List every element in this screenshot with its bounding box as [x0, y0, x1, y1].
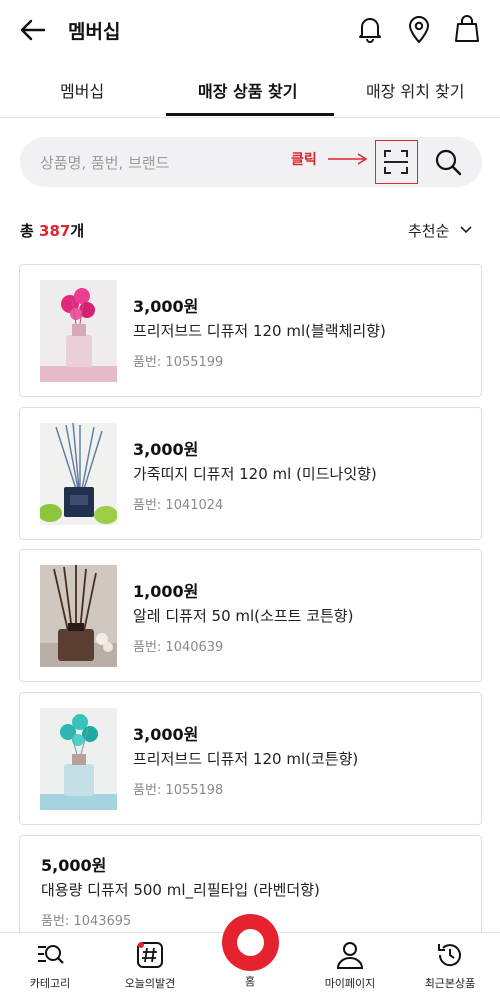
product-name: 프리저브드 디퓨저 120 ml(블랙체리향) — [133, 322, 386, 340]
search-icon[interactable] — [434, 148, 462, 176]
navy-reed-diffuser-image — [40, 423, 117, 525]
pink-flower-diffuser-image — [40, 280, 117, 382]
home-circle-icon[interactable] — [222, 914, 279, 971]
shopping-bag-icon[interactable] — [452, 14, 482, 44]
notification-dot — [138, 942, 144, 948]
product-number: 품번: 1041024 — [133, 498, 224, 513]
search-area: 상품명, 품번, 브랜드 클릭 — [0, 118, 500, 206]
nav-mypage-label: 마이페이지 — [324, 977, 376, 990]
sort-dropdown[interactable]: 추천순 — [408, 220, 449, 241]
click-annotation: 클릭 — [291, 152, 317, 168]
nav-today-discovery-label: 오늘의발견 — [124, 977, 176, 990]
nav-recent-products-label: 최근본상품 — [424, 977, 476, 990]
search-input[interactable]: 상품명, 품번, 브랜드 클릭 — [20, 137, 482, 187]
page-title: 멤버십 — [68, 21, 121, 43]
history-icon — [438, 944, 461, 967]
brown-reed-diffuser-image — [40, 565, 117, 667]
product-name: 알레 디퓨저 50 ml(소프트 코튼향) — [133, 607, 354, 625]
product-name: 대용량 디퓨저 500 ml_리필타입 (라벤더향) — [41, 881, 320, 899]
category-search-icon — [38, 945, 64, 964]
product-number: 품번: 1055198 — [133, 783, 224, 798]
barcode-scan-icon[interactable] — [383, 149, 409, 175]
product-name: 프리저브드 디퓨저 120 ml(코튼향) — [133, 750, 359, 768]
tab-store-product-search[interactable]: 매장 상품 찾기 — [198, 78, 297, 102]
bell-icon[interactable] — [355, 14, 385, 44]
chevron-down-icon[interactable] — [459, 224, 473, 236]
product-price: 1,000원 — [133, 582, 199, 601]
back-arrow-icon[interactable] — [18, 16, 48, 44]
product-price: 3,000원 — [133, 440, 199, 459]
product-price: 3,000원 — [133, 725, 199, 744]
nav-category[interactable]: 카테고리 — [0, 941, 100, 991]
product-card[interactable]: 1,000원 알레 디퓨저 50 ml(소프트 코튼향) 품번: 1040639 — [19, 549, 482, 682]
person-icon — [336, 942, 364, 969]
search-placeholder: 상품명, 품번, 브랜드 — [40, 154, 170, 172]
tab-store-location-search[interactable]: 매장 위치 찾기 — [366, 78, 465, 102]
product-price: 5,000원 — [41, 856, 107, 875]
top-bar: 멤버십 — [0, 0, 500, 60]
product-name: 가죽띠지 디퓨저 120 ml (미드나잇향) — [133, 465, 377, 483]
nav-category-label: 카테고리 — [29, 977, 71, 990]
tab-membership[interactable]: 멤버십 — [60, 78, 104, 102]
nav-mypage[interactable]: 마이페이지 — [300, 941, 400, 991]
nav-today-discovery[interactable]: 오늘의발견 — [100, 941, 200, 991]
active-tab-indicator — [166, 113, 334, 116]
tab-bar: 멤버십 매장 상품 찾기 매장 위치 찾기 — [0, 60, 500, 118]
teal-flower-diffuser-image — [40, 708, 117, 810]
product-card[interactable]: 3,000원 가죽띠지 디퓨저 120 ml (미드나잇향) 품번: 10410… — [19, 407, 482, 540]
location-pin-icon[interactable] — [404, 14, 434, 44]
nav-home-label: 홈 — [244, 975, 256, 988]
nav-recent-products[interactable]: 최근본상품 — [400, 941, 500, 991]
product-card[interactable]: 3,000원 프리저브드 디퓨저 120 ml(코튼향) 품번: 1055198 — [19, 692, 482, 825]
result-count-row: 총 387개 추천순 — [0, 206, 500, 256]
product-card[interactable]: 3,000원 프리저브드 디퓨저 120 ml(블랙체리향) 품번: 10551… — [19, 264, 482, 397]
result-count-number: 387 — [39, 222, 71, 240]
product-number: 품번: 1040639 — [133, 640, 224, 655]
product-price: 3,000원 — [133, 297, 199, 316]
result-count: 총 387개 — [20, 222, 85, 240]
product-number: 품번: 1055199 — [133, 355, 224, 370]
product-number: 품번: 1043695 — [41, 914, 132, 929]
